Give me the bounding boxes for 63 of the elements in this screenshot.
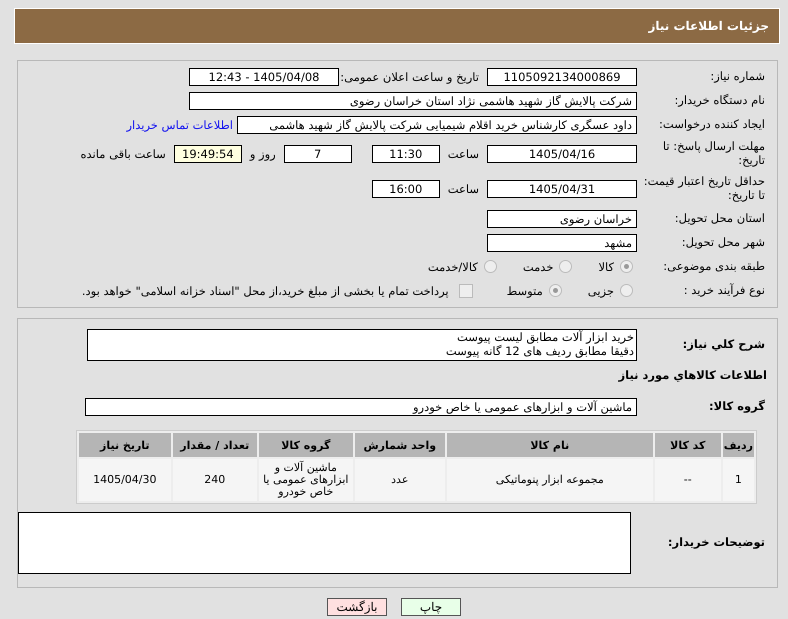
city-field: مشهد bbox=[487, 234, 637, 252]
time-label: ساعت bbox=[446, 147, 480, 161]
field-label: حداقل تاریخ اعتبار قیمت: تا تاریخ: bbox=[642, 175, 766, 203]
back-button[interactable]: بازگشت bbox=[327, 598, 387, 616]
column-header: کد کالا bbox=[654, 433, 721, 457]
table-cell: 1405/04/30 bbox=[78, 459, 171, 501]
radio-button[interactable] bbox=[484, 260, 497, 273]
field-label: شرح كلي نياز: bbox=[682, 338, 766, 352]
creator-field: داود عسگری کارشناس خرید اقلام شیمیایی شرکت پالایش گاز شهید هاشمی bbox=[237, 116, 637, 134]
days-field: 7 bbox=[284, 145, 352, 163]
field-label: نام دستگاه خریدار: bbox=[673, 94, 766, 108]
remaining-time-field: 19:49:54 bbox=[174, 145, 242, 163]
field-label: مهلت ارسال پاسخ: تا تاریخ: bbox=[662, 140, 766, 168]
field-label: طبقه بندی موضوعی: bbox=[662, 260, 766, 274]
radio-button[interactable] bbox=[620, 284, 633, 297]
column-header: ردیف bbox=[722, 433, 754, 457]
table-cell: 240 bbox=[172, 459, 257, 501]
field-label: شماره نیاز: bbox=[709, 70, 766, 84]
field-label: شهر محل تحویل: bbox=[680, 236, 766, 250]
radio-label: متوسط bbox=[506, 284, 543, 298]
table-cell: مجموعه ابزار پنوماتیکی bbox=[446, 459, 653, 501]
time-label: ساعت bbox=[446, 182, 480, 196]
time-field: 11:30 bbox=[372, 145, 440, 163]
need-number-field: 1105092134000869 bbox=[487, 68, 637, 86]
field-label: ایجاد کننده درخواست: bbox=[658, 118, 766, 132]
checkbox[interactable] bbox=[458, 284, 473, 298]
column-header: تعداد / مقدار bbox=[172, 433, 257, 457]
remaining-label: ساعت باقی مانده bbox=[80, 147, 167, 161]
table-cell: 1 bbox=[722, 459, 754, 501]
radio-label: کالا bbox=[598, 260, 614, 274]
table-cell: ماشین آلات و ابزارهای عمومی یا خاص خودرو bbox=[258, 459, 353, 501]
date-field: 1405/04/16 bbox=[487, 145, 637, 163]
days-label: روز و bbox=[248, 147, 277, 161]
goods-group-field: ماشین آلات و ابزارهای عمومی یا خاص خودرو bbox=[85, 398, 637, 416]
radio-label: کالا/خدمت bbox=[428, 260, 478, 274]
date-field: 1405/04/31 bbox=[487, 180, 637, 198]
field-label: توضیحات خریدار: bbox=[666, 536, 766, 550]
column-header: گروه کالا bbox=[258, 433, 353, 457]
field-label: استان محل تحویل: bbox=[674, 212, 766, 226]
radio-button[interactable] bbox=[559, 260, 572, 273]
section-title: اطلاعات كالاهاي مورد نياز bbox=[618, 368, 768, 382]
announce-date-field: 1405/04/08 - 12:43 bbox=[189, 68, 339, 86]
print-button[interactable]: چاپ bbox=[401, 598, 461, 616]
checkbox-label: پرداخت تمام یا بخشی از مبلغ خرید،از محل "اسناد خزانه اسلامی" خواهد بود. bbox=[82, 284, 449, 298]
field-label: گروه كالا: bbox=[708, 400, 766, 414]
buyer-contact-link[interactable]: اطلاعات تماس خریدار bbox=[126, 118, 237, 132]
table-cell: عدد bbox=[354, 459, 445, 501]
field-label: تاریخ و ساعت اعلان عمومی: bbox=[339, 70, 480, 84]
page-title: جزئیات اطلاعات نیاز bbox=[648, 19, 769, 33]
radio-button[interactable] bbox=[548, 284, 562, 297]
field-label: نوع فرآیند خرید : bbox=[682, 284, 766, 298]
description-field: خرید ابزار آلات مطابق لیست پیوست دقیقا مطابق ردیف های 12 گانه پیوست bbox=[87, 329, 637, 361]
radio-label: جزیی bbox=[588, 284, 614, 298]
column-header: نام کالا bbox=[446, 433, 653, 457]
column-header: تاریخ نیاز bbox=[78, 433, 171, 457]
buyer-field: شرکت پالایش گاز شهید هاشمی نژاد استان خراسان رضوی bbox=[189, 92, 637, 110]
radio-button[interactable] bbox=[620, 260, 633, 273]
province-field: خراسان رضوی bbox=[487, 210, 637, 228]
buyer-notes-field[interactable] bbox=[18, 512, 631, 574]
column-header: واحد شمارش bbox=[354, 433, 445, 457]
table-cell: -- bbox=[654, 459, 721, 501]
time-field: 16:00 bbox=[372, 180, 440, 198]
radio-label: خدمت bbox=[522, 260, 554, 274]
